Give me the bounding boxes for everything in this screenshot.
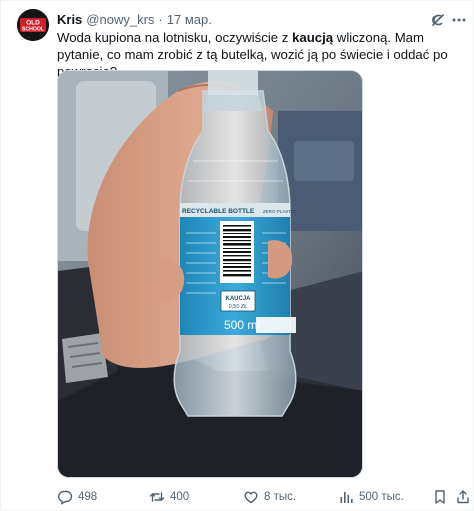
author-handle[interactable]: @nowy_krs — [86, 12, 154, 27]
avatar-logo-line2: SCHOOL — [22, 27, 45, 33]
bottle-deposit-amount: 0,50 ZŁ — [229, 304, 248, 310]
avatar-logo-line1: OLD — [26, 20, 40, 27]
tweet-photo[interactable]: RECYCLABLE BOTTLE ZERO PLASTIC KAUCJA 0,… — [57, 70, 363, 478]
bottle-volume: 500 ml — [224, 318, 260, 332]
views-button[interactable]: 500 тыс. — [338, 486, 404, 508]
tweet-card[interactable]: OLD SCHOOL Kris @nowy_krs · 17 мар. Woda… — [0, 0, 474, 511]
tweet-actions: 498 400 8 тыс. 500 тыс. — [57, 486, 474, 508]
bookmark-icon — [435, 490, 445, 504]
views-icon — [340, 492, 353, 503]
author-name[interactable]: Kris — [57, 12, 82, 27]
grok-icon[interactable] — [429, 11, 447, 29]
bottle-label-band-right: ZERO PLASTIC — [263, 209, 296, 214]
views-count: 500 тыс. — [359, 491, 404, 503]
tweet-text-start: Woda kupiona na lotnisku, oczywiście z — [57, 30, 293, 45]
tweet-header: Kris @nowy_krs · 17 мар. — [57, 10, 212, 28]
header-separator: · — [158, 11, 163, 27]
like-button[interactable]: 8 тыс. — [243, 486, 296, 508]
bottle-label-band: RECYCLABLE BOTTLE — [182, 208, 255, 215]
like-count: 8 тыс. — [264, 491, 297, 503]
more-icon[interactable] — [450, 11, 468, 29]
share-icon — [457, 490, 469, 504]
reply-count: 498 — [78, 491, 98, 503]
tweet-text-bold: kaucją — [292, 30, 334, 45]
retweet-button[interactable]: 400 — [149, 486, 189, 508]
reply-icon — [58, 490, 73, 505]
share-button[interactable] — [455, 486, 474, 508]
tweet-date[interactable]: 17 мар. — [167, 12, 212, 27]
retweet-icon — [149, 492, 165, 502]
bottle-deposit-word: KAUCJA — [225, 296, 251, 302]
avatar[interactable]: OLD SCHOOL — [17, 9, 49, 41]
reply-button[interactable]: 498 — [57, 486, 97, 508]
bookmark-button[interactable] — [432, 486, 453, 508]
heart-icon — [244, 491, 258, 504]
retweet-count: 400 — [170, 491, 190, 503]
